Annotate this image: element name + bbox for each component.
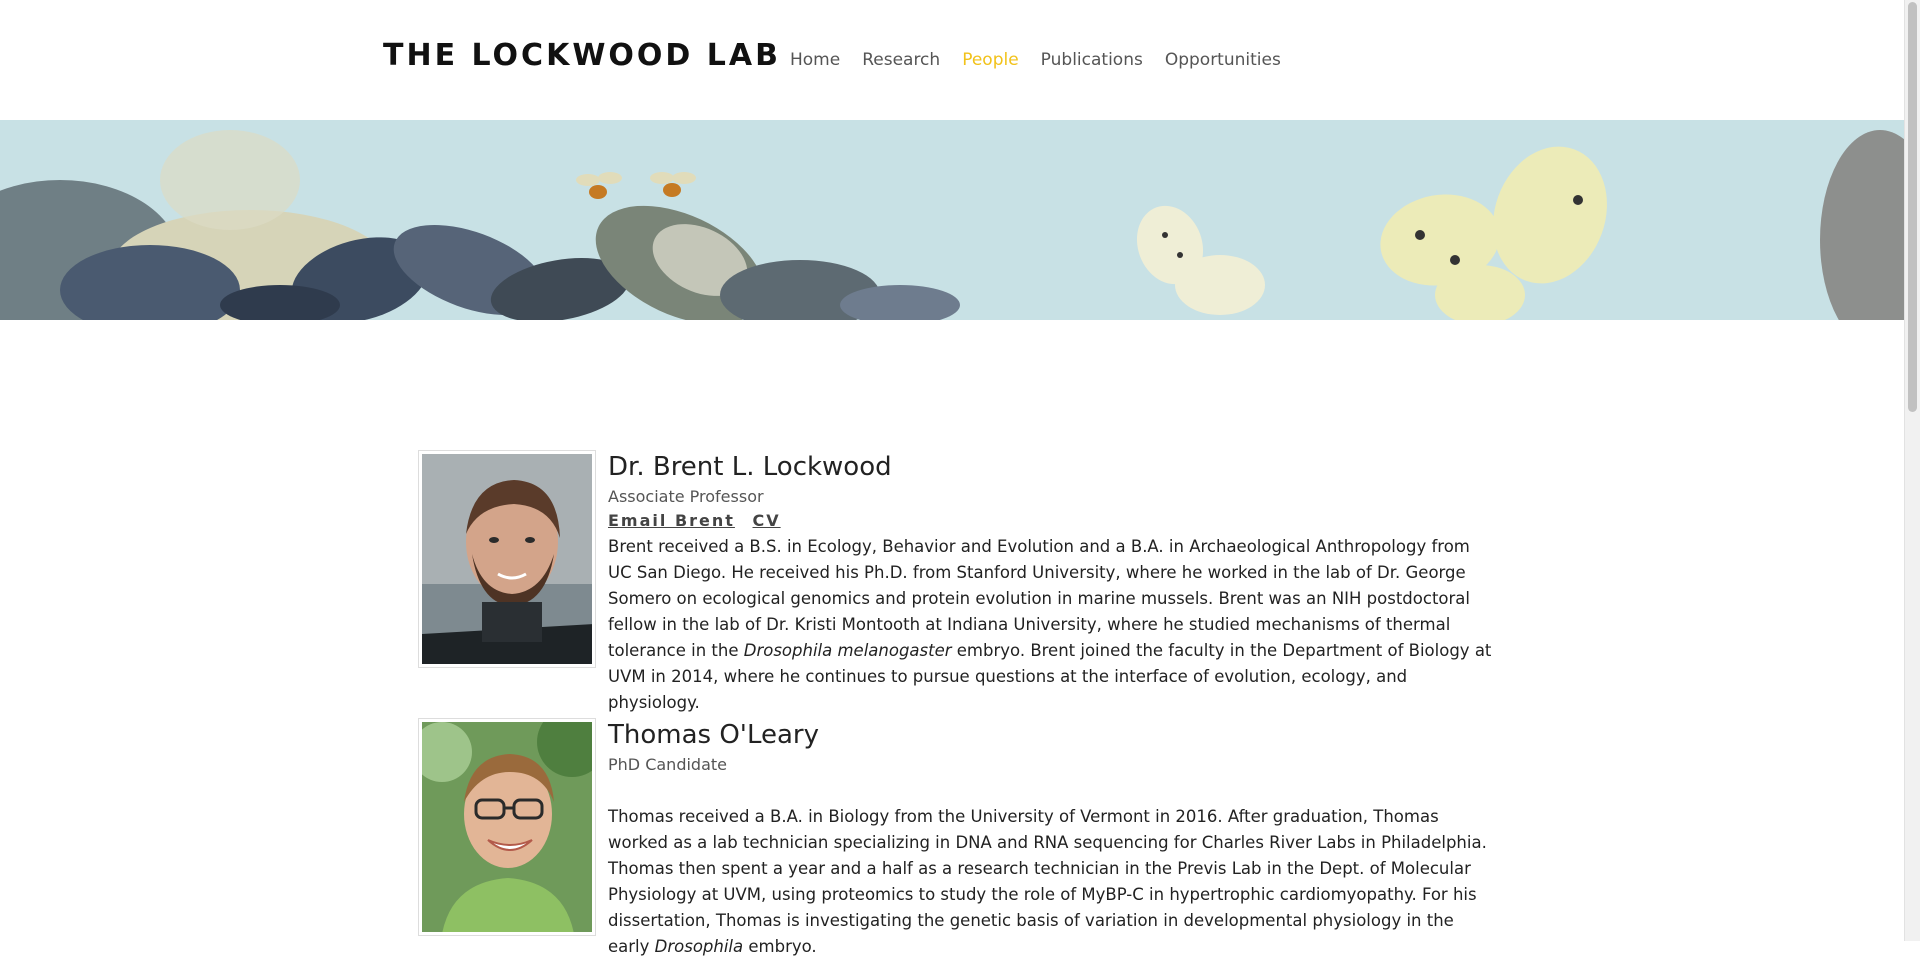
page-scrollbar[interactable] xyxy=(1904,0,1920,941)
portrait-image xyxy=(422,722,592,932)
main-nav: Home Research People Publications Opport… xyxy=(790,50,1281,70)
bio-species: Drosophila xyxy=(654,937,744,956)
nav-people[interactable]: People xyxy=(962,50,1018,70)
email-link[interactable]: Email Brent xyxy=(608,511,735,530)
hero-banner xyxy=(0,120,1905,320)
person-title: Associate Professor xyxy=(608,487,764,506)
bio-species: Drosophila melanogaster xyxy=(743,641,952,660)
nav-research[interactable]: Research xyxy=(862,50,940,70)
person-name: Dr. Brent L. Lockwood xyxy=(608,452,892,482)
person-photo xyxy=(418,450,596,668)
bio-text-continued: embryo. xyxy=(743,937,817,956)
scrollbar-thumb[interactable] xyxy=(1908,2,1917,412)
portrait-image xyxy=(422,454,592,664)
site-logo[interactable]: THE LOCKWOOD LAB xyxy=(383,38,781,73)
nav-opportunities[interactable]: Opportunities xyxy=(1165,50,1281,70)
site-header: THE LOCKWOOD LAB Home Research People Pu… xyxy=(0,0,1905,120)
person-info: Thomas O'Leary PhD Candidate Thomas rece… xyxy=(608,718,1498,960)
person-name: Thomas O'Leary xyxy=(608,720,819,750)
nav-home[interactable]: Home xyxy=(790,50,840,70)
person-title: PhD Candidate xyxy=(608,755,727,774)
person-bio: Brent received a B.S. in Ecology, Behavi… xyxy=(608,534,1498,716)
person-links: Email Brent CV xyxy=(608,510,1498,532)
cv-link[interactable]: CV xyxy=(753,511,781,530)
person-photo xyxy=(418,718,596,936)
bio-text: Thomas received a B.A. in Biology from t… xyxy=(608,807,1487,956)
person-bio: Thomas received a B.A. in Biology from t… xyxy=(608,804,1498,960)
person-info: Dr. Brent L. Lockwood Associate Professo… xyxy=(608,450,1498,716)
banner-image xyxy=(0,120,1905,320)
nav-publications[interactable]: Publications xyxy=(1041,50,1143,70)
